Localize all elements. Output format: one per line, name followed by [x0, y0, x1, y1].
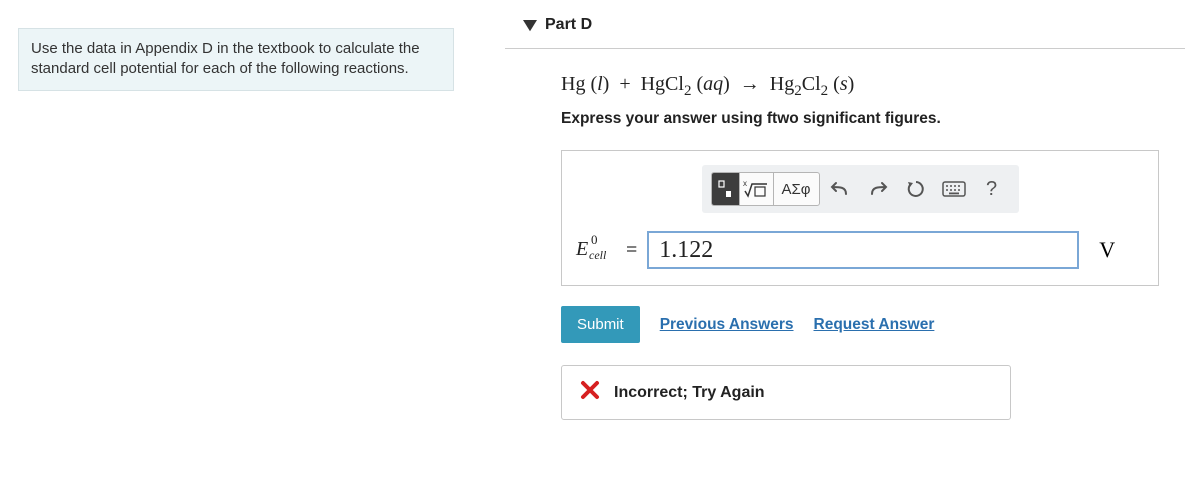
action-row: Submit Previous Answers Request Answer	[561, 306, 1167, 343]
part-d-container: Part D Hg (l) + HgCl2 (aq) → Hg2Cl2 (s) …	[505, 10, 1185, 438]
equals-sign: =	[626, 239, 637, 262]
radical-template-button[interactable]: x	[739, 173, 773, 205]
answer-row: E 0 cell = V	[576, 231, 1144, 269]
feedback-text: Incorrect; Try Again	[614, 384, 765, 402]
math-toolbar: x ΑΣφ	[702, 165, 1019, 213]
fraction-template-button[interactable]	[712, 173, 739, 205]
answer-box: x ΑΣφ	[561, 150, 1159, 286]
var-superscript: 0	[591, 232, 598, 248]
answer-input[interactable]	[647, 231, 1079, 269]
part-header[interactable]: Part D	[505, 10, 1185, 49]
unit-label: V	[1099, 237, 1115, 263]
keyboard-icon[interactable]	[936, 173, 972, 205]
help-icon[interactable]: ?	[974, 173, 1010, 205]
variable-label: E 0 cell	[576, 238, 612, 262]
greek-label: ΑΣφ	[781, 181, 810, 198]
instructions-text: Use the data in Appendix D in the textbo…	[31, 40, 420, 77]
svg-text:x: x	[743, 179, 747, 188]
var-E: E	[576, 238, 588, 261]
part-title: Part D	[545, 16, 592, 34]
template-group: x ΑΣφ	[711, 172, 820, 206]
reset-icon[interactable]	[898, 173, 934, 205]
previous-answers-link[interactable]: Previous Answers	[660, 316, 794, 334]
problem-instructions: Use the data in Appendix D in the textbo…	[18, 28, 454, 91]
feedback-box: Incorrect; Try Again	[561, 365, 1011, 420]
reaction-equation: Hg (l) + HgCl2 (aq) → Hg2Cl2 (s)	[561, 73, 1167, 96]
incorrect-x-icon	[580, 380, 600, 405]
part-body: Hg (l) + HgCl2 (aq) → Hg2Cl2 (s) Express…	[505, 49, 1185, 438]
greek-symbols-button[interactable]: ΑΣφ	[773, 173, 819, 205]
submit-button[interactable]: Submit	[561, 306, 640, 343]
redo-icon[interactable]	[860, 173, 896, 205]
undo-icon[interactable]	[822, 173, 858, 205]
var-subscript: cell	[589, 248, 606, 263]
request-answer-link[interactable]: Request Answer	[814, 316, 935, 334]
collapse-caret-icon[interactable]	[523, 20, 537, 39]
sigfig-instruction: Express your answer using ftwo significa…	[561, 110, 1167, 128]
